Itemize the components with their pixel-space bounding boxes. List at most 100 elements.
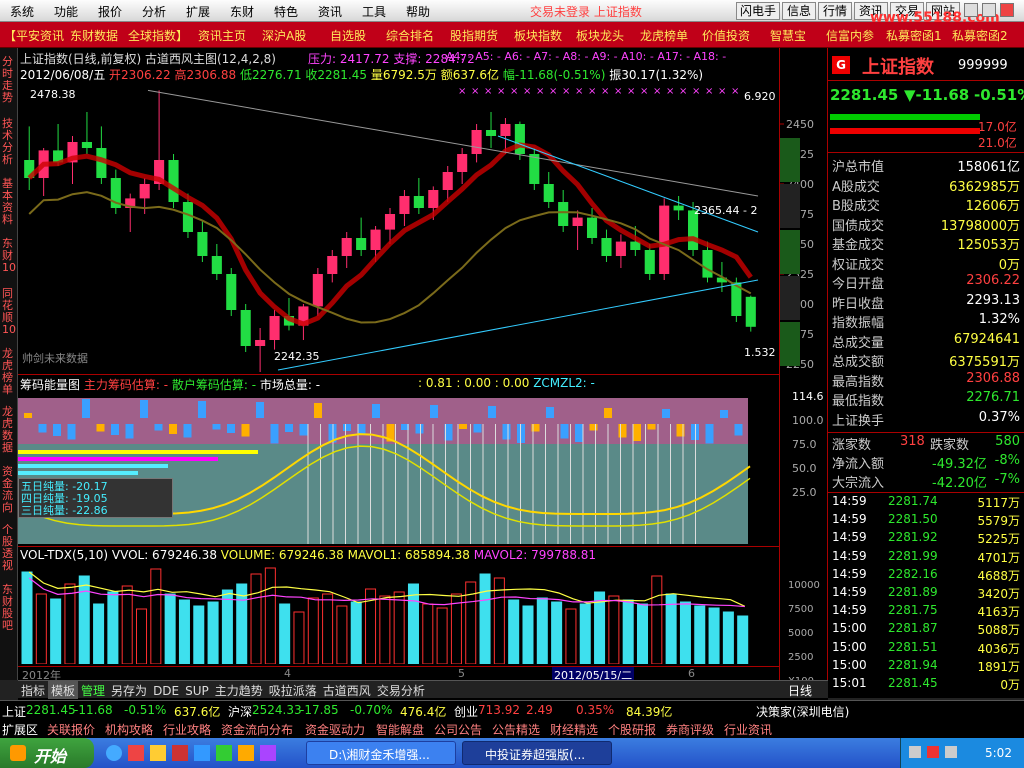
quick-link[interactable]: 资金流向分布 <box>221 721 293 738</box>
nav-sector-leader[interactable]: 板块龙头 <box>576 27 624 44</box>
retail-chip-label: 散户筹码估算: - <box>171 378 257 392</box>
date-label-apr: 4 <box>284 667 291 680</box>
quick-link[interactable]: 个股研报 <box>608 721 656 738</box>
tab-ths10[interactable]: 同花顺10 <box>2 288 16 336</box>
app-icon[interactable] <box>128 745 144 761</box>
stat-value: 67924641 <box>953 331 1020 347</box>
quick-link[interactable]: 关联报价 <box>47 721 95 738</box>
quick-link[interactable]: 券商评级 <box>666 721 714 738</box>
flash-trade-button[interactable]: 闪电手 <box>736 2 780 20</box>
volume-chart[interactable] <box>18 564 778 664</box>
tray-icon[interactable] <box>909 746 921 758</box>
quick-link[interactable]: 扩展区 <box>2 721 38 738</box>
quick-link[interactable]: 智能解盘 <box>376 721 424 738</box>
taskbar-window-1[interactable]: D:\湘财金禾增强... <box>306 741 456 765</box>
menu-function[interactable]: 功能 <box>44 0 88 20</box>
quote-button[interactable]: 行情 <box>818 2 852 20</box>
quick-link[interactable]: 机构攻略 <box>105 721 153 738</box>
maximize-icon[interactable] <box>982 3 996 17</box>
period-label[interactable]: 日线 <box>788 682 812 699</box>
signal-mark: × <box>588 86 596 97</box>
chip-bar <box>125 424 134 439</box>
nav-global-index[interactable]: 全球指数】 <box>128 27 188 44</box>
tool-icon[interactable] <box>238 745 254 761</box>
close-icon[interactable] <box>1000 3 1014 17</box>
quick-link[interactable]: 资金驱动力 <box>305 721 365 738</box>
tab-indicator[interactable]: 指标 <box>18 681 48 699</box>
tick-row: 15:00 2281.94 1891万 <box>832 658 1020 677</box>
nav-ranking[interactable]: 综合排名 <box>386 27 434 44</box>
tab-dragon-tiger[interactable]: 龙虎榜单 <box>2 348 16 396</box>
taskbar-window-2[interactable]: 中投证券超强版(... <box>462 741 612 765</box>
menu-special[interactable]: 特色 <box>264 0 308 20</box>
quick-link[interactable]: 公告精选 <box>492 721 540 738</box>
tab-forum[interactable]: 东财股吧 <box>2 584 16 632</box>
ie-icon[interactable] <box>106 745 122 761</box>
nav-insider[interactable]: 信富内参 <box>826 27 874 44</box>
quick-link[interactable]: 行业攻略 <box>163 721 211 738</box>
tab-tech-analysis[interactable]: 技术分析 <box>2 118 16 166</box>
menu-extend[interactable]: 扩展 <box>176 0 220 20</box>
menu-system[interactable]: 系统 <box>0 0 44 20</box>
tab-absorb[interactable]: 吸拉派落 <box>266 681 320 699</box>
tick-volume: 4036万 <box>977 641 1020 656</box>
menu-dongcai[interactable]: 东财 <box>220 0 264 20</box>
tab-save-as[interactable]: 另存为 <box>108 681 150 699</box>
tab-main-trend[interactable]: 主力趋势 <box>212 681 266 699</box>
menu-news[interactable]: 资讯 <box>308 0 352 20</box>
nav-bar: 【平安资讯 东财数据 全球指数】 资讯主页 深沪A股 自选股 综合排名 股指期货… <box>0 22 1024 48</box>
volume-bar <box>178 599 190 664</box>
status-field: -17.85 <box>300 703 339 717</box>
net-inflow-row: 净流入额 -49.32亿 -8% <box>832 453 1020 472</box>
quick-link[interactable]: 行业资讯 <box>724 721 772 738</box>
minimize-icon[interactable] <box>964 3 978 17</box>
tab-timeshare[interactable]: 分时走势 <box>2 56 16 104</box>
nav-dongcai-data[interactable]: 东财数据 <box>70 27 118 44</box>
menu-help[interactable]: 帮助 <box>396 0 440 20</box>
nav-news-home[interactable]: 资讯主页 <box>198 27 246 44</box>
candlestick-chart[interactable]: × × × × × × × × × × × × × × × × × × × × × × <box>18 82 778 372</box>
menu-tools[interactable]: 工具 <box>352 0 396 20</box>
tray-icon[interactable] <box>945 746 957 758</box>
tab-trade-analysis[interactable]: 交易分析 <box>374 681 428 699</box>
signal-mark: × <box>562 86 570 97</box>
chip-bar <box>488 406 496 418</box>
tab-sup[interactable]: SUP <box>182 683 212 698</box>
tab-stock-view[interactable]: 个股透视 <box>2 524 16 572</box>
nav-a-share[interactable]: 深沪A股 <box>262 27 306 44</box>
tab-dde[interactable]: DDE <box>150 683 182 698</box>
nav-futures[interactable]: 股指期货 <box>450 27 498 44</box>
media-icon[interactable] <box>194 745 210 761</box>
tab-dragon-data[interactable]: 龙虎数据 <box>2 406 16 454</box>
app2-icon[interactable] <box>260 745 276 761</box>
divider <box>828 432 1024 433</box>
nav-pingan[interactable]: 【平安资讯 <box>4 27 64 44</box>
nav-sector-index[interactable]: 板块指数 <box>514 27 562 44</box>
nav-watchlist[interactable]: 自选股 <box>330 27 366 44</box>
tab-basic-info[interactable]: 基本资料 <box>2 178 16 226</box>
chart-area[interactable]: 上证指数(日线,前复权) 古道西风主图(12,4,2,8) 压力: 2417.7… <box>18 48 780 683</box>
nav-dragon-list[interactable]: 龙虎榜单 <box>640 27 688 44</box>
stock-app-icon[interactable] <box>172 745 188 761</box>
folder-icon[interactable] <box>150 745 166 761</box>
info-button[interactable]: 信息 <box>782 2 816 20</box>
menu-quote[interactable]: 报价 <box>88 0 132 20</box>
chip-energy-chart[interactable] <box>18 394 778 544</box>
tab-money-flow[interactable]: 资金流向 <box>2 466 16 514</box>
tab-dongcai10[interactable]: 东财10 <box>2 238 16 274</box>
chat-icon[interactable] <box>216 745 232 761</box>
nav-value[interactable]: 价值投资 <box>702 27 750 44</box>
quick-link[interactable]: 财经精选 <box>550 721 598 738</box>
tab-manage[interactable]: 管理 <box>78 681 108 699</box>
nav-private2[interactable]: 私募密函2 <box>952 27 1008 44</box>
tab-template[interactable]: 模板 <box>48 681 79 699</box>
tab-gudao[interactable]: 古道西风 <box>320 681 374 699</box>
indicator-axis-label: 75.0 <box>792 438 817 451</box>
menu-analysis[interactable]: 分析 <box>132 0 176 20</box>
nav-private1[interactable]: 私募密函1 <box>886 27 942 44</box>
quick-link[interactable]: 公司公告 <box>434 721 482 738</box>
left-bottom-corner <box>0 680 18 700</box>
chip-bar <box>183 424 192 438</box>
nav-smart[interactable]: 智慧宝 <box>770 27 806 44</box>
tray-icon[interactable] <box>927 746 939 758</box>
